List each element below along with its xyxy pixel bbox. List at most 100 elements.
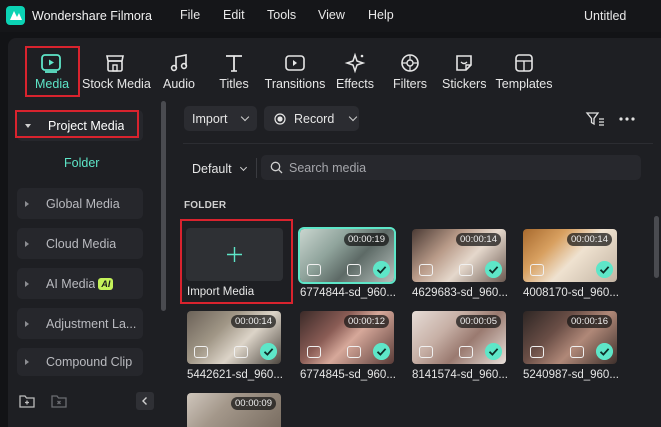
delete-folder-icon[interactable] [51,393,67,409]
clip-duration: 00:00:14 [567,233,612,246]
import-dropdown-button[interactable]: Import [184,106,257,131]
search-input[interactable] [289,159,629,176]
chevron-down-icon [349,112,358,122]
sort-label: Default [192,162,232,176]
media-clip-thumbnail[interactable]: 00:00:14 [523,229,617,282]
record-label: Record [294,111,335,126]
tab-effects[interactable]: Effects [336,52,374,91]
clip-name: 4629683-sd_960... [412,287,508,299]
tab-titles[interactable]: Titles [218,52,250,91]
clip-audio-icon [459,346,473,358]
highlight-import-media [180,219,293,304]
ai-badge: AI [98,277,114,290]
clip-audio-icon [459,264,473,276]
clip-name: 6774844-sd_960... [300,287,396,299]
media-clip-thumbnail[interactable]: 00:00:12 [300,311,394,364]
clip-type-icon [307,264,321,276]
sidebar-item-compound-clip[interactable]: Compound Clip [17,348,143,376]
search-box [261,155,641,180]
clip-duration: 00:00:12 [344,315,389,328]
toolbar-divider [183,143,653,144]
tab-transitions[interactable]: Transitions [264,52,326,91]
chevron-down-icon [241,112,250,122]
media-clip-thumbnail[interactable]: 00:00:14 [187,311,281,364]
stickers-icon [456,55,472,71]
collapse-sidebar-button[interactable] [136,392,154,410]
tab-label: Audio [163,77,195,91]
titles-t-icon [226,55,242,72]
sidebar-item-cloud-media[interactable]: Cloud Media [17,228,143,259]
clip-name: 8141574-sd_960... [412,369,508,381]
media-clip-thumbnail[interactable]: 00:00:05 [412,311,506,364]
media-clip-thumbnail[interactable]: 00:00:16 [523,311,617,364]
clip-name: 4008170-sd_960... [523,287,619,299]
clip-duration: 00:00:19 [344,233,389,246]
import-label: Import [192,111,228,126]
tab-stickers[interactable]: Stickers [442,52,486,91]
menu-tools[interactable]: Tools [267,8,296,22]
tab-label: Stickers [442,77,487,91]
clip-duration: 00:00:05 [456,315,501,328]
sidebar-item-label: Compound Clip [46,355,133,369]
sidebar-item-ai-media[interactable]: AI Media AI [17,268,143,299]
caret-right-icon [25,280,29,287]
clip-duration: 00:00:09 [231,397,276,410]
added-check-icon [373,261,390,278]
more-options-icon[interactable] [617,112,637,126]
media-clip-thumbnail[interactable]: 00:00:19 [298,227,396,284]
sort-dropdown[interactable]: Default [192,162,247,176]
sidebar-item-adjustment-layer[interactable]: Adjustment La... [17,308,143,339]
clip-audio-icon [347,264,361,276]
media-sidebar: Project Media Folder Global Media Cloud … [8,98,173,427]
clip-type-icon [419,346,433,358]
caret-right-icon [25,240,29,247]
clip-name: 6774845-sd_960... [300,369,396,381]
clip-type-icon [307,346,321,358]
transitions-icon [285,55,305,71]
filter-sort-icon[interactable] [585,110,605,128]
menu-edit[interactable]: Edit [223,8,245,22]
caret-right-icon [25,320,29,327]
clip-type-icon [530,346,544,358]
sidebar-folder[interactable]: Folder [64,156,99,170]
media-clip-thumbnail[interactable]: 00:00:09 [187,393,281,427]
clip-type-icon [530,264,544,276]
clip-type-icon [194,346,208,358]
record-icon [274,112,286,125]
stock-media-icon [106,55,124,72]
tab-stock-media[interactable]: Stock Media [82,52,151,91]
added-check-icon [596,343,613,360]
separator [256,158,257,178]
record-dropdown-button[interactable]: Record [264,106,359,131]
menu-view[interactable]: View [318,8,345,22]
new-folder-icon[interactable] [19,393,35,409]
menu-file[interactable]: File [180,8,200,22]
sidebar-item-label: Adjustment La... [46,316,137,331]
caret-right-icon [25,359,29,365]
tab-filters[interactable]: Filters [393,52,427,91]
menu-help[interactable]: Help [368,8,394,22]
tab-audio[interactable]: Audio [162,52,196,91]
tab-label: Templates [495,77,553,91]
tab-label: Transitions [264,77,326,91]
tab-label: Effects [336,77,374,91]
tab-bar: Media Stock Media Audio Titles Transitio… [0,38,661,98]
chevron-left-icon [142,397,147,405]
added-check-icon [485,343,502,360]
clip-duration: 00:00:14 [231,315,276,328]
added-check-icon [373,343,390,360]
content-scrollbar[interactable] [654,216,659,278]
clip-audio-icon [347,346,361,358]
highlight-project-media [15,110,139,138]
added-check-icon [485,261,502,278]
clip-duration: 00:00:16 [567,315,612,328]
sidebar-item-global-media[interactable]: Global Media [17,188,143,219]
media-clip-thumbnail[interactable]: 00:00:14 [412,229,506,282]
clip-audio-icon [570,346,584,358]
clip-audio-icon [234,346,248,358]
tab-templates[interactable]: Templates [495,52,553,91]
sidebar-scrollbar[interactable] [161,101,166,311]
added-check-icon [260,343,277,360]
tab-label: Titles [219,77,249,91]
clip-type-icon [419,264,433,276]
